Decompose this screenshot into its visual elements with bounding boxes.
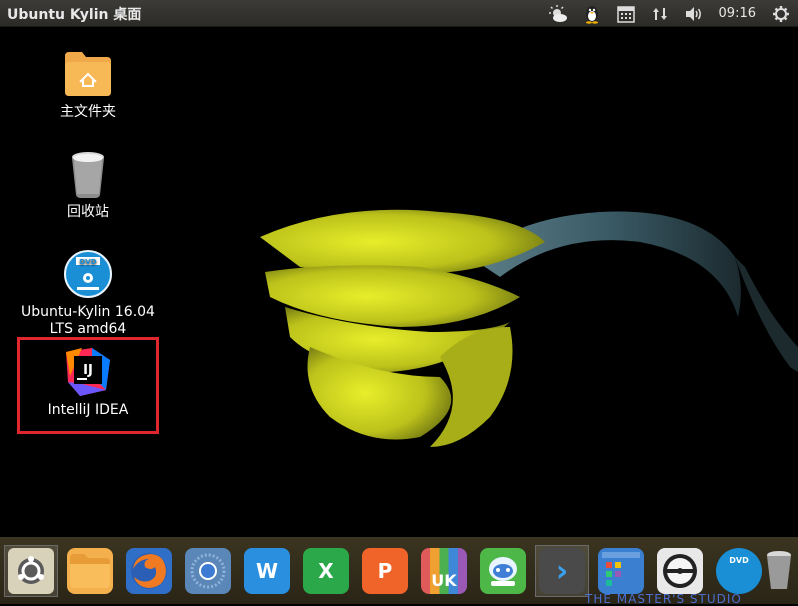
files-icon[interactable] — [63, 545, 117, 597]
wps-presentation-icon[interactable]: P — [358, 545, 412, 597]
wps-spreadsheets-glyph: X — [318, 559, 334, 583]
power-gear-icon[interactable] — [770, 4, 792, 24]
dvd-icon: DVD — [62, 248, 114, 300]
dvd-drive-icon[interactable]: DVD — [712, 545, 766, 597]
desktop-icon-dvd[interactable]: DVD Ubuntu-Kylin 16.04 LTS amd64 — [13, 248, 163, 338]
workspace-switcher-icon[interactable] — [594, 545, 648, 597]
desktop-icon-label: 回收站 — [67, 204, 109, 220]
youker-assistant-icon[interactable] — [476, 545, 530, 597]
weather-icon[interactable] — [547, 4, 569, 24]
trash-dock-icon[interactable] — [760, 545, 798, 597]
desktop-icon-label: 主文件夹 — [60, 104, 116, 120]
home-folder-icon — [62, 48, 114, 100]
chromium-icon[interactable] — [181, 545, 235, 597]
disk-burner-icon[interactable] — [653, 545, 707, 597]
volume-icon[interactable] — [683, 4, 705, 24]
indicator-area: 09:16 — [541, 0, 798, 27]
intellij-highlight-box — [17, 337, 159, 434]
trash-icon — [62, 148, 114, 200]
terminal-icon[interactable]: › — [535, 545, 589, 597]
desktop-icon-label-line2: LTS amd64 — [49, 321, 127, 337]
window-title: Ubuntu Kylin 桌面 — [7, 7, 142, 23]
firefox-icon[interactable] — [122, 545, 176, 597]
clock[interactable]: 09:16 — [719, 6, 756, 21]
svg-text:DVD: DVD — [79, 258, 96, 266]
dvd-glyph: DVD — [729, 556, 749, 565]
wps-presentation-glyph: P — [377, 559, 393, 583]
desktop-icon-label-line1: Ubuntu-Kylin 16.04 — [21, 304, 155, 320]
software-center-glyph: UK — [431, 571, 457, 590]
wps-spreadsheets-icon[interactable]: X — [299, 545, 353, 597]
qq-penguin-icon[interactable] — [581, 4, 603, 24]
ubuntu-kylin-software-center-icon[interactable]: UK — [417, 545, 471, 597]
top-panel: Ubuntu Kylin 桌面 09:16 — [0, 0, 798, 27]
terminal-glyph: › — [555, 553, 569, 589]
network-updown-icon[interactable] — [649, 4, 671, 24]
ubuntu-kylin-dash-icon[interactable] — [4, 545, 58, 597]
wps-writer-icon[interactable]: W — [240, 545, 294, 597]
desktop-icon-home[interactable]: 主文件夹 — [13, 48, 163, 121]
calendar-icon[interactable] — [615, 4, 637, 24]
desktop-icon-trash[interactable]: 回收站 — [13, 148, 163, 221]
wps-writer-glyph: W — [255, 559, 279, 583]
